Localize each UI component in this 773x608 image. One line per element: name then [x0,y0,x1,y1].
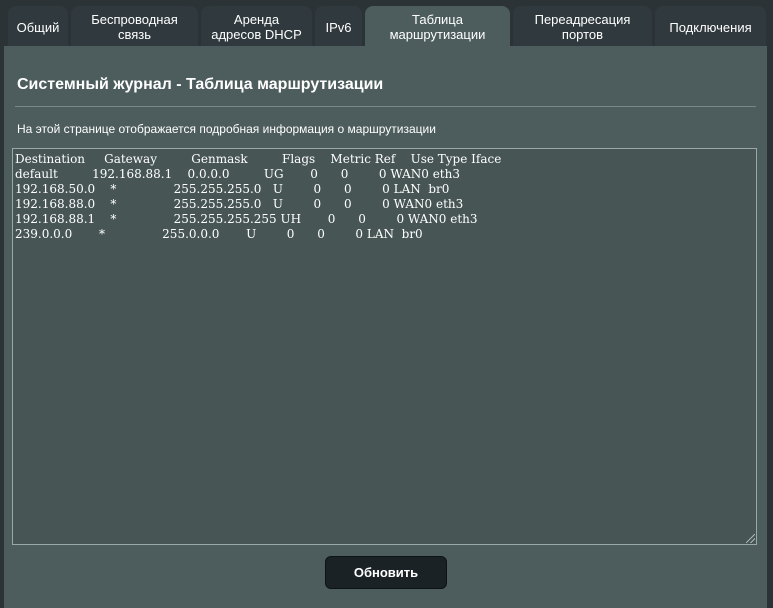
content-panel: Системный журнал - Таблица маршрутизации… [4,46,767,608]
tab-wireless[interactable]: Беспроводная связь [71,6,198,48]
tab-bar: Общий Беспроводная связь Аренда адресов … [0,0,773,48]
page-title: Системный журнал - Таблица маршрутизации [17,76,384,93]
tab-port-forwarding[interactable]: Переадресация портов [513,6,652,48]
tab-connections[interactable]: Подключения [655,6,766,48]
tab-dhcp-leases[interactable]: Аренда адресов DHCP [201,6,312,48]
routing-table-textarea[interactable]: Destination Gateway Genmask Flags Metric… [12,148,757,545]
tab-ipv6[interactable]: IPv6 [315,6,362,48]
page-description: На этой странице отображается подробная … [17,122,436,136]
resize-handle-icon[interactable] [746,534,755,543]
tab-routing-table[interactable]: Таблица маршрутизации [365,6,510,48]
refresh-button[interactable]: Обновить [325,556,447,589]
tab-general[interactable]: Общий [8,6,68,48]
title-divider [15,106,756,107]
routing-table-text: Destination Gateway Genmask Flags Metric… [15,152,502,241]
